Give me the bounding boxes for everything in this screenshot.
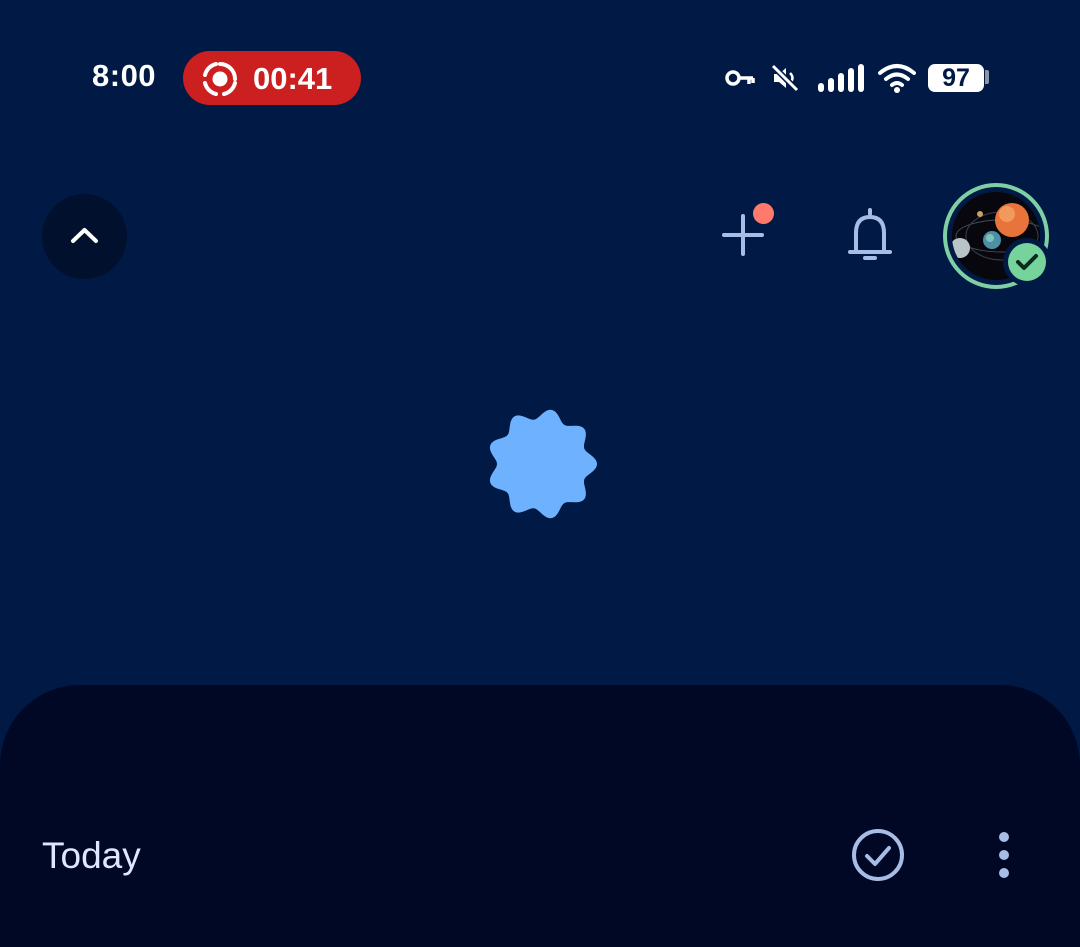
- signal-icon: [818, 64, 864, 92]
- more-options-button[interactable]: [986, 827, 1022, 883]
- check-circle-icon: [852, 829, 904, 881]
- bottom-sheet: Today: [0, 685, 1080, 947]
- sheet-title: Today: [42, 835, 141, 876]
- recording-icon: [203, 62, 237, 96]
- notification-dot: [753, 203, 774, 224]
- wifi-icon: [878, 64, 916, 93]
- battery-indicator: 97: [928, 64, 984, 92]
- avatar-status-badge: [1003, 238, 1051, 286]
- status-time: 8:00: [92, 58, 157, 93]
- vpn-key-icon: [725, 70, 755, 86]
- screen: 8:00 00:41 97 Today: [0, 0, 1080, 947]
- chevron-up-icon: [71, 228, 98, 243]
- mark-complete-button[interactable]: [850, 827, 906, 883]
- recording-elapsed-time: 00:41: [253, 61, 333, 96]
- more-vert-icon: [999, 832, 1009, 878]
- notifications-button[interactable]: [840, 205, 900, 265]
- collapse-button[interactable]: [42, 194, 127, 279]
- loading-blob-icon: [489, 409, 597, 519]
- screen-recording-pill[interactable]: 00:41: [183, 51, 361, 105]
- battery-tip: [985, 70, 989, 84]
- mute-icon: [770, 63, 800, 93]
- check-badge-icon: [1016, 254, 1038, 270]
- bell-icon: [848, 208, 892, 260]
